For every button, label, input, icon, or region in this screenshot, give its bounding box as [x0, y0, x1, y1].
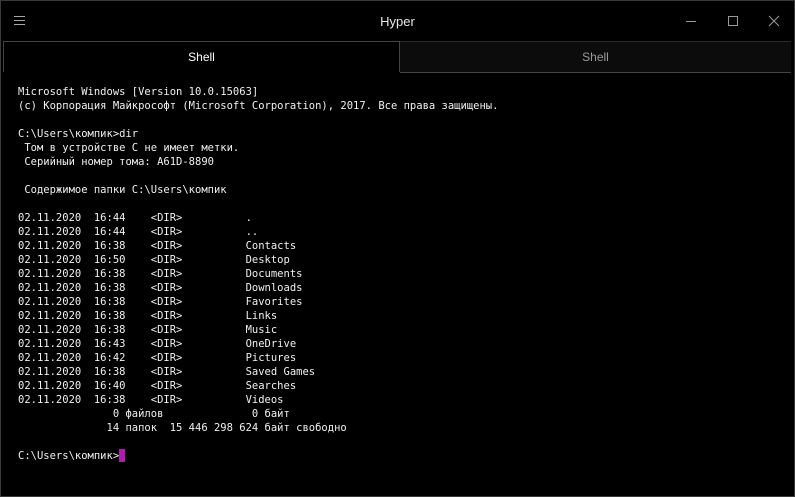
hyper-window: Hyper Shell Shell Microsoft Windows [Ver…	[0, 0, 795, 497]
terminal-line: 02.11.2020 16:38 <DIR> Documents	[18, 268, 303, 280]
terminal-output[interactable]: Microsoft Windows [Version 10.0.15063] (c…	[18, 85, 788, 485]
minimize-icon	[686, 21, 696, 22]
terminal-line: Том в устройстве C не имеет метки.	[18, 142, 240, 154]
maximize-button[interactable]	[719, 7, 747, 35]
terminal-line: 02.11.2020 16:43 <DIR> OneDrive	[18, 338, 297, 350]
terminal-line: 02.11.2020 16:44 <DIR> ..	[18, 226, 259, 238]
terminal-prompt: C:\Users\компик>	[18, 450, 120, 462]
terminal-line: 0 файлов 0 байт	[18, 408, 290, 420]
terminal-line: 02.11.2020 16:38 <DIR> Music	[18, 324, 278, 336]
window-title: Hyper	[380, 14, 415, 29]
terminal-line: 02.11.2020 16:38 <DIR> Downloads	[18, 282, 303, 294]
terminal-line: 14 папок 15 446 298 624 байт свободно	[18, 422, 347, 434]
terminal-line: C:\Users\компик>dir	[18, 128, 139, 140]
terminal-cursor	[119, 449, 126, 462]
terminal-line: Microsoft Windows [Version 10.0.15063]	[18, 86, 259, 98]
tab-shell-2[interactable]: Shell	[400, 41, 791, 73]
terminal-prompt-line[interactable]: C:\Users\компик>	[18, 449, 788, 463]
tab-bar: Shell Shell	[3, 41, 792, 73]
terminal-line: Серийный номер тома: A61D-8890	[18, 156, 214, 168]
minimize-button[interactable]	[677, 7, 705, 35]
terminal-line: (c) Корпорация Майкрософт (Microsoft Cor…	[18, 100, 499, 112]
terminal-line: 02.11.2020 16:38 <DIR> Favorites	[18, 296, 303, 308]
terminal-line: 02.11.2020 16:42 <DIR> Pictures	[18, 352, 297, 364]
terminal-line: 02.11.2020 16:38 <DIR> Links	[18, 310, 278, 322]
terminal-line: 02.11.2020 16:38 <DIR> Videos	[18, 394, 284, 406]
terminal-line: 02.11.2020 16:44 <DIR> .	[18, 212, 252, 224]
tab-shell-1[interactable]: Shell	[3, 41, 400, 72]
terminal-line: 02.11.2020 16:40 <DIR> Searches	[18, 380, 297, 392]
terminal-line: 02.11.2020 16:38 <DIR> Contacts	[18, 240, 297, 252]
terminal-line: Содержимое папки C:\Users\компик	[18, 184, 227, 196]
terminal-line: 02.11.2020 16:50 <DIR> Desktop	[18, 254, 290, 266]
close-button[interactable]	[760, 7, 788, 35]
maximize-icon	[728, 16, 738, 26]
close-icon	[768, 15, 780, 27]
terminal-line: 02.11.2020 16:38 <DIR> Saved Games	[18, 366, 316, 378]
title-bar[interactable]: Hyper	[1, 1, 794, 41]
